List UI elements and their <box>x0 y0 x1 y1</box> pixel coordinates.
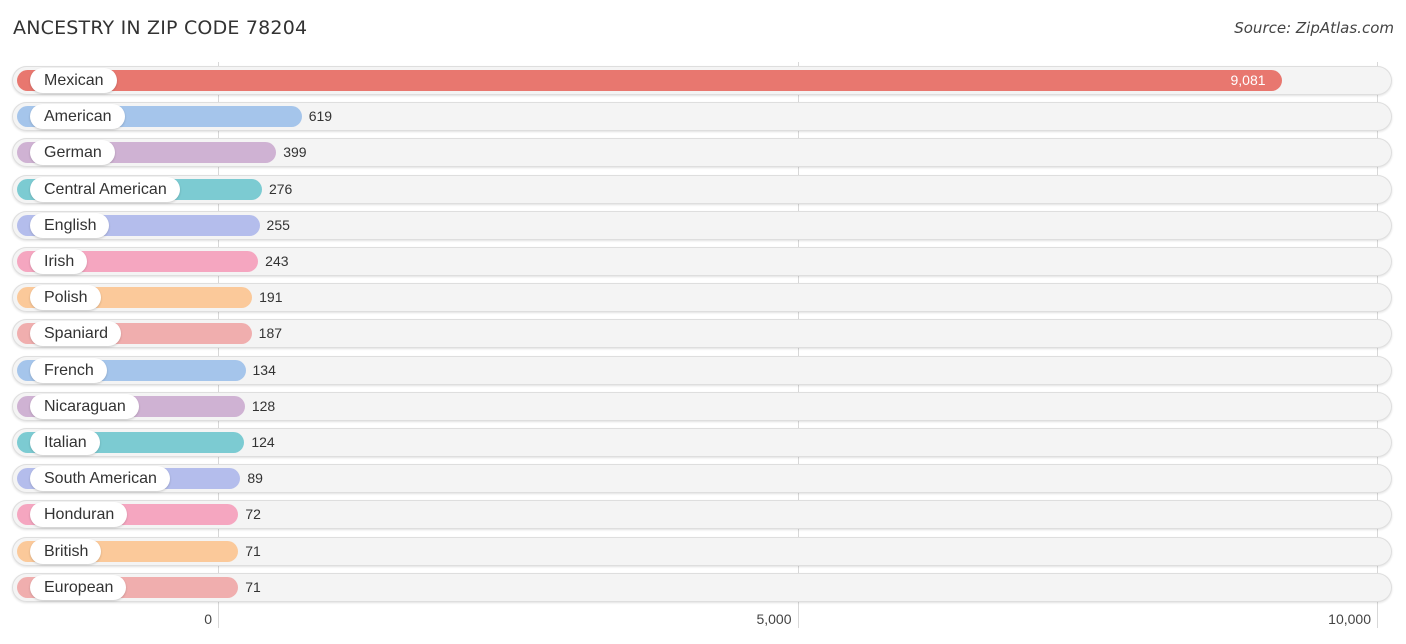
category-label: American <box>30 104 125 130</box>
x-tick-label: 5,000 <box>756 611 792 627</box>
category-label: Mexican <box>30 68 117 93</box>
value-label: 124 <box>251 434 275 450</box>
category-label: Spaniard <box>30 321 122 347</box>
category-label: Central American <box>30 176 180 202</box>
value-label: 134 <box>252 361 276 378</box>
value-label: 399 <box>283 144 307 161</box>
category-label: Honduran <box>30 502 128 528</box>
value-label: 9,081 <box>1230 72 1266 88</box>
x-tick-label: 10,000 <box>1328 611 1371 627</box>
x-tick-label: 0 <box>204 611 212 627</box>
value-label: 243 <box>265 253 289 269</box>
value-label: 276 <box>268 180 293 197</box>
value-label: 89 <box>247 470 263 487</box>
value-label: 128 <box>251 397 276 414</box>
value-label: 619 <box>308 108 333 125</box>
category-label: Italian <box>30 430 100 455</box>
category-label: British <box>30 538 102 564</box>
category-label: South American <box>30 466 170 492</box>
bar-chart: Mexican 9,081 American 619 German 399 Central … <box>0 0 1406 644</box>
category-label: English <box>30 212 110 238</box>
category-label: Irish <box>30 249 88 274</box>
bar[interactable] <box>17 70 1283 91</box>
category-label: French <box>30 357 107 383</box>
value-label: 255 <box>266 216 290 233</box>
value-label: 71 <box>245 542 261 559</box>
category-label: Nicaraguan <box>30 393 139 419</box>
value-label: 191 <box>259 289 283 306</box>
category-label: Polish <box>30 285 101 311</box>
value-label: 72 <box>245 506 261 523</box>
category-label: European <box>30 574 127 600</box>
value-label: 187 <box>258 325 283 342</box>
category-label: German <box>30 140 115 166</box>
value-label: 71 <box>245 578 261 595</box>
